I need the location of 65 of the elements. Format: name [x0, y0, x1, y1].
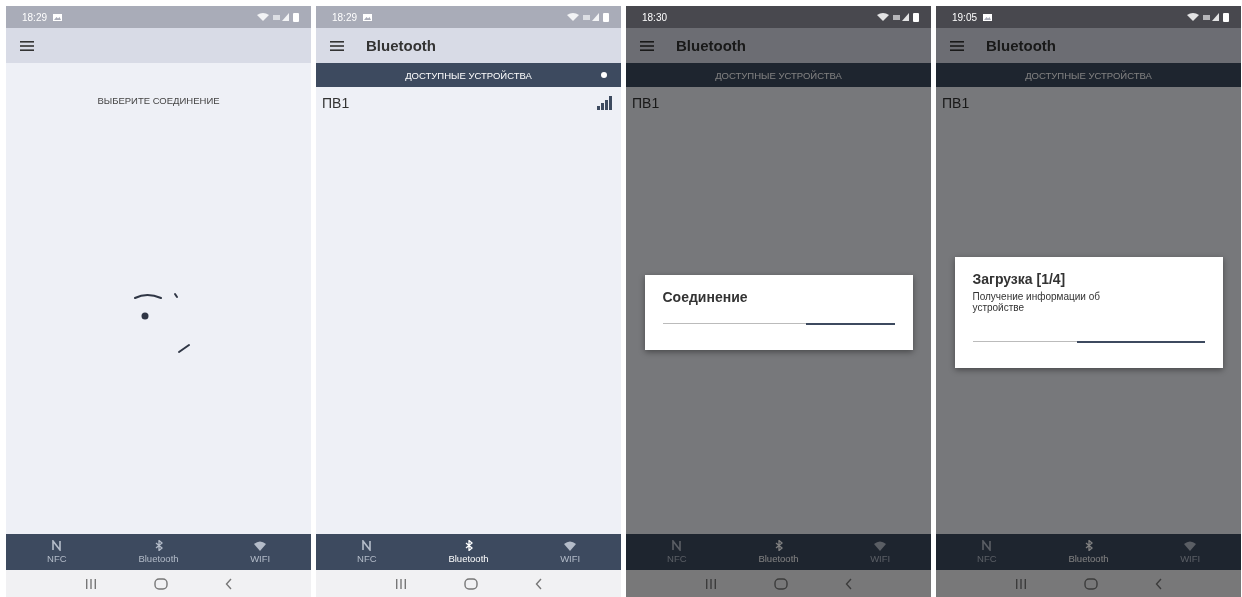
- bottom-nav-tab[interactable]: Bluetooth: [417, 534, 520, 570]
- dialog-title: Соединение: [662, 289, 749, 305]
- battery-icon: [603, 12, 609, 22]
- bottom-nav-tab[interactable]: NFC: [936, 534, 1038, 570]
- status-time: 18:30: [642, 11, 668, 23]
- back-icon[interactable]: [1154, 577, 1163, 590]
- wifi-icon: [564, 540, 577, 551]
- dialog-title: Загрузка [1/4]: [972, 271, 1067, 287]
- bluetooth-icon: [1084, 540, 1093, 551]
- app-bar-title: Bluetooth: [986, 37, 1056, 54]
- section-header-text: ДОСТУПНЫЕ УСТРОЙСТВА: [405, 69, 532, 81]
- signal-strength-icon: [893, 13, 909, 21]
- bottom-nav-tab[interactable]: NFC: [626, 534, 728, 570]
- app-bar-title: Bluetooth: [366, 37, 436, 54]
- recent-apps-icon[interactable]: [704, 578, 717, 589]
- bottom-nav-tab[interactable]: Bluetooth: [1037, 534, 1140, 570]
- battery-icon: [293, 12, 299, 22]
- wifi-icon: [874, 540, 887, 551]
- prompt-text: ВЫБЕРИТЕ СОЕДИНЕНИЕ: [97, 95, 220, 106]
- bottom-nav-tab[interactable]: NFC: [316, 534, 418, 570]
- home-icon[interactable]: [773, 577, 788, 590]
- device-name[interactable]: ПВ1: [942, 95, 970, 111]
- status-time: 19:05: [952, 11, 978, 23]
- section-header-text: ДОСТУПНЫЕ УСТРОЙСТВА: [1025, 69, 1152, 81]
- bottom-nav-tab[interactable]: WIFI: [209, 534, 311, 570]
- home-icon[interactable]: [153, 577, 168, 590]
- back-icon[interactable]: [844, 577, 853, 590]
- bluetooth-icon: [774, 540, 783, 551]
- recent-apps-icon[interactable]: [394, 578, 407, 589]
- wifi-icon: [1187, 13, 1199, 21]
- battery-icon: [913, 12, 919, 22]
- recent-apps-icon[interactable]: [84, 578, 97, 589]
- status-time: 18:29: [332, 11, 358, 23]
- home-icon[interactable]: [463, 577, 478, 590]
- wifi-icon: [877, 13, 889, 21]
- home-icon[interactable]: [1083, 577, 1098, 590]
- bottom-nav-tab[interactable]: NFC: [6, 534, 108, 570]
- menu-icon[interactable]: [20, 40, 34, 51]
- menu-icon[interactable]: [330, 40, 344, 51]
- wifi-icon: [257, 13, 269, 21]
- bluetooth-icon: [464, 540, 473, 551]
- nfc-icon: [982, 540, 992, 551]
- dialog-message: Получение информации об устройстве: [972, 291, 1101, 313]
- nfc-icon: [362, 540, 372, 551]
- nfc-icon: [672, 540, 682, 551]
- app-bar-title: Bluetooth: [676, 37, 746, 54]
- wifi-icon: [1184, 540, 1197, 551]
- recent-apps-icon[interactable]: [1014, 578, 1027, 589]
- signal-strength-icon: [583, 13, 599, 21]
- bottom-nav-tab[interactable]: Bluetooth: [107, 534, 210, 570]
- bluetooth-icon: [154, 540, 163, 551]
- bottom-nav-tab[interactable]: WIFI: [519, 534, 621, 570]
- section-header-text: ДОСТУПНЫЕ УСТРОЙСТВА: [715, 69, 842, 81]
- signal-strength-icon: [1203, 13, 1219, 21]
- back-icon[interactable]: [534, 577, 543, 590]
- device-name[interactable]: ПВ1: [322, 95, 350, 111]
- bottom-nav-tab[interactable]: Bluetooth: [727, 534, 830, 570]
- device-name[interactable]: ПВ1: [632, 95, 660, 111]
- wifi-icon: [254, 540, 267, 551]
- back-icon[interactable]: [224, 577, 233, 590]
- status-time: 18:29: [22, 11, 48, 23]
- signal-strength-icon: [273, 13, 289, 21]
- wifi-icon: [567, 13, 579, 21]
- battery-icon: [1223, 12, 1229, 22]
- nfc-icon: [52, 540, 62, 551]
